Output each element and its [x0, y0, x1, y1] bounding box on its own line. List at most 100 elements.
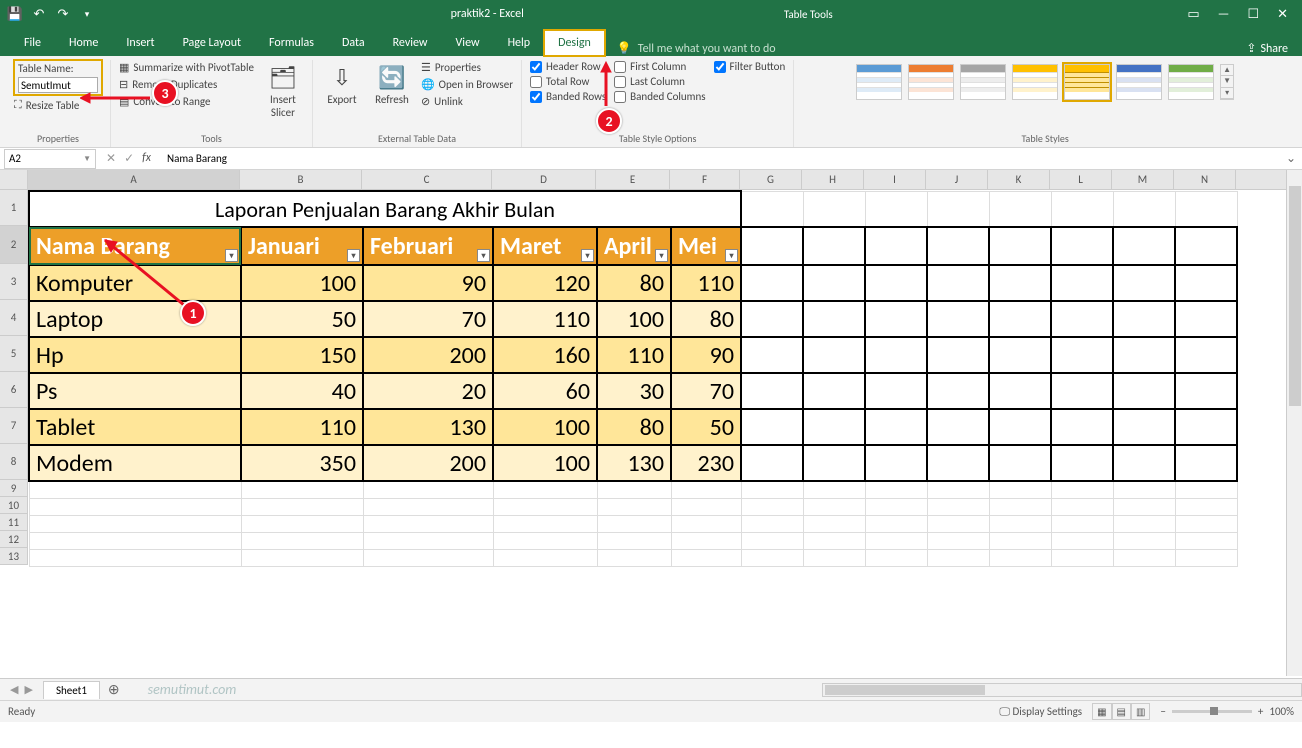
minimize-icon[interactable]: — — [1218, 7, 1230, 22]
column-header[interactable]: D — [492, 170, 596, 189]
column-header[interactable]: K — [988, 170, 1050, 189]
zoom-in-icon[interactable]: + — [1258, 705, 1263, 718]
filter-dropdown-icon[interactable]: ▾ — [581, 249, 594, 262]
table-cell[interactable]: 20 — [363, 373, 493, 409]
row-header[interactable]: 1 — [0, 190, 28, 226]
row-header[interactable]: 13 — [0, 548, 28, 565]
close-icon[interactable]: ✕ — [1277, 7, 1288, 22]
gallery-down-icon[interactable]: ▼ — [1221, 76, 1233, 87]
table-cell[interactable]: 80 — [671, 301, 741, 337]
column-header[interactable]: H — [802, 170, 864, 189]
table-cell[interactable]: 200 — [363, 445, 493, 481]
table-header-cell[interactable]: Januari▾ — [241, 227, 363, 265]
gallery-up-icon[interactable]: ▲ — [1221, 65, 1233, 76]
table-style-thumb[interactable] — [856, 64, 902, 100]
banded-rows-checkbox[interactable]: Banded Rows — [530, 90, 606, 103]
row-header[interactable]: 4 — [0, 300, 28, 336]
sheet-nav[interactable]: ◀▶ — [0, 683, 43, 696]
column-header[interactable]: I — [864, 170, 926, 189]
table-cell[interactable]: 100 — [493, 409, 597, 445]
column-header[interactable]: N — [1174, 170, 1236, 189]
sheet-next-icon[interactable]: ▶ — [24, 683, 32, 696]
table-style-thumb[interactable] — [1116, 64, 1162, 100]
banded-columns-checkbox[interactable]: Banded Columns — [614, 90, 705, 103]
tab-data[interactable]: Data — [328, 30, 379, 56]
maximize-icon[interactable]: ☐ — [1247, 7, 1259, 22]
table-cell[interactable]: 120 — [493, 265, 597, 301]
row-header[interactable]: 8 — [0, 444, 28, 480]
column-header[interactable]: E — [596, 170, 670, 189]
row-header[interactable]: 10 — [0, 497, 28, 514]
cancel-formula-icon[interactable]: ✕ — [106, 151, 116, 166]
filter-dropdown-icon[interactable]: ▾ — [725, 249, 738, 262]
table-header-cell[interactable]: Februari▾ — [363, 227, 493, 265]
table-cell[interactable]: 110 — [241, 409, 363, 445]
display-settings-button[interactable]: 🖵 Display Settings — [999, 705, 1082, 719]
zoom-level[interactable]: 100% — [1269, 705, 1294, 718]
column-header[interactable]: B — [240, 170, 362, 189]
table-cell[interactable]: 50 — [671, 409, 741, 445]
filter-button-checkbox[interactable]: Filter Button — [714, 60, 786, 73]
formula-content[interactable]: Nama Barang — [161, 152, 1280, 165]
tab-design[interactable]: Design — [544, 30, 605, 56]
qat-dropdown-icon[interactable]: ▾ — [78, 5, 96, 23]
row-header[interactable]: 9 — [0, 480, 28, 497]
table-style-thumb[interactable] — [960, 64, 1006, 100]
zoom-slider[interactable] — [1172, 710, 1252, 713]
table-cell[interactable]: 70 — [671, 373, 741, 409]
table-cell[interactable]: 110 — [671, 265, 741, 301]
row-header[interactable]: 6 — [0, 372, 28, 408]
table-style-thumb[interactable] — [1012, 64, 1058, 100]
undo-icon[interactable]: ↶ — [30, 5, 48, 23]
insert-slicer-button[interactable]: 🗂Insert Slicer — [262, 60, 304, 119]
sheet-prev-icon[interactable]: ◀ — [10, 683, 18, 696]
tab-formulas[interactable]: Formulas — [255, 30, 328, 56]
refresh-button[interactable]: 🔄Refresh — [371, 60, 413, 106]
tab-review[interactable]: Review — [379, 30, 442, 56]
gallery-more-icon[interactable]: ▾ — [1221, 88, 1233, 99]
table-cell[interactable]: 100 — [241, 265, 363, 301]
table-header-cell[interactable]: Mei▾ — [671, 227, 741, 265]
table-cell[interactable]: 110 — [493, 301, 597, 337]
row-header[interactable]: 2 — [0, 226, 28, 264]
table-cell[interactable]: 90 — [671, 337, 741, 373]
tab-help[interactable]: Help — [494, 30, 545, 56]
cells-area[interactable]: Laporan Penjualan Barang Akhir BulanNama… — [28, 190, 1302, 675]
table-cell[interactable]: 90 — [363, 265, 493, 301]
column-header[interactable]: L — [1050, 170, 1112, 189]
row-header[interactable]: 3 — [0, 264, 28, 300]
table-header-cell[interactable]: April▾ — [597, 227, 671, 265]
vertical-scrollbar[interactable] — [1286, 170, 1302, 676]
row-header[interactable]: 11 — [0, 514, 28, 531]
filter-dropdown-icon[interactable]: ▾ — [347, 249, 360, 262]
table-cell[interactable]: Ps — [29, 373, 241, 409]
filter-dropdown-icon[interactable]: ▾ — [225, 249, 238, 262]
zoom-control[interactable]: −+100% — [1160, 705, 1294, 718]
filter-dropdown-icon[interactable]: ▾ — [655, 249, 668, 262]
new-sheet-button[interactable]: ⊕ — [100, 681, 128, 698]
row-header[interactable]: 7 — [0, 408, 28, 444]
table-cell[interactable]: 60 — [493, 373, 597, 409]
enter-formula-icon[interactable]: ✓ — [124, 151, 134, 166]
table-cell[interactable]: 70 — [363, 301, 493, 337]
table-cell[interactable]: 100 — [493, 445, 597, 481]
ribbon-options-icon[interactable]: ▭ — [1187, 7, 1199, 22]
table-cell[interactable]: 130 — [597, 445, 671, 481]
page-layout-view-icon[interactable]: ▤ — [1112, 703, 1131, 720]
select-all-corner[interactable] — [0, 170, 28, 189]
table-cell[interactable]: 80 — [597, 265, 671, 301]
gallery-nav[interactable]: ▲▼▾ — [1220, 64, 1234, 100]
tab-file[interactable]: File — [10, 30, 55, 56]
column-header[interactable]: F — [670, 170, 740, 189]
row-header[interactable]: 5 — [0, 336, 28, 372]
total-row-checkbox[interactable]: Total Row — [530, 75, 606, 88]
table-cell[interactable]: Hp — [29, 337, 241, 373]
page-break-view-icon[interactable]: ▥ — [1131, 703, 1150, 720]
tab-view[interactable]: View — [442, 30, 494, 56]
tell-me-search[interactable]: 💡Tell me what you want to do — [617, 41, 776, 56]
table-cell[interactable]: Modem — [29, 445, 241, 481]
normal-view-icon[interactable]: ▦ — [1092, 703, 1111, 720]
table-cell[interactable]: 50 — [241, 301, 363, 337]
header-row-checkbox[interactable]: Header Row — [530, 60, 606, 73]
tab-pagelayout[interactable]: Page Layout — [169, 30, 255, 56]
